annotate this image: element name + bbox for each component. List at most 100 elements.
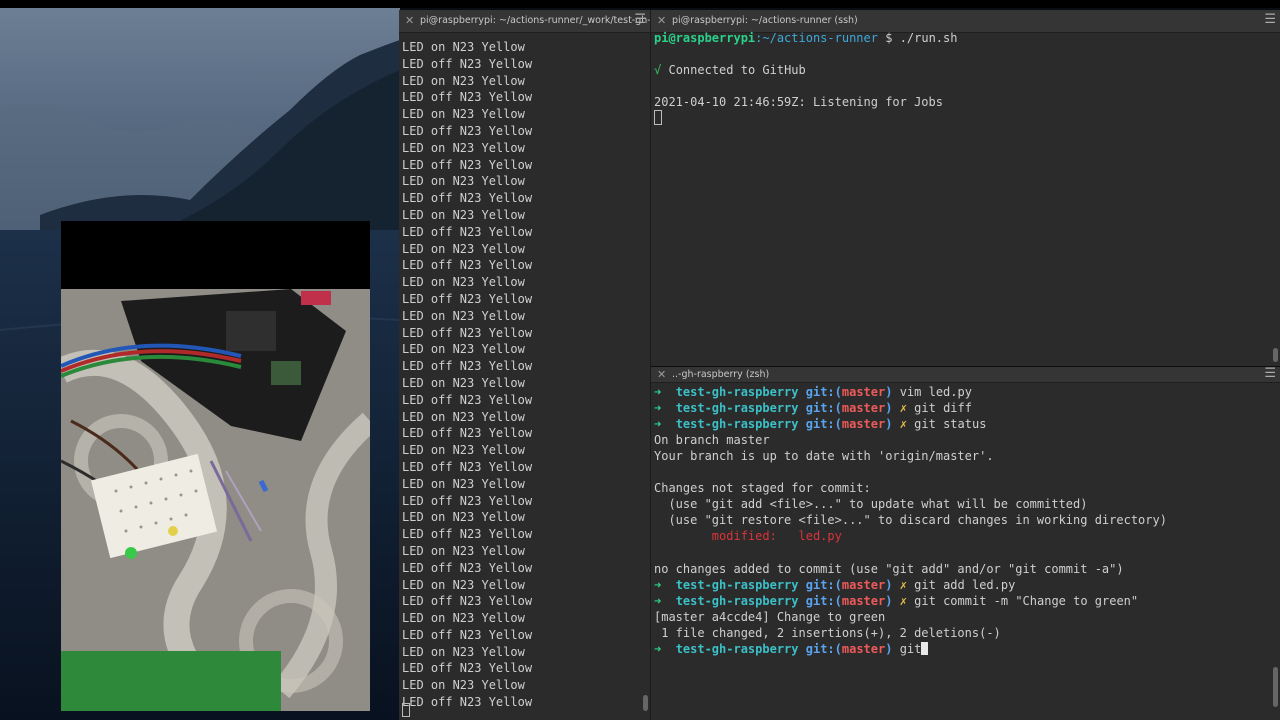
listening-line: 2021-04-10 21:46:59Z: Listening for Jobs: [654, 95, 943, 109]
led-log-line: LED off N23 Yellow: [402, 594, 533, 609]
led-log-line: LED off N23 Yellow: [402, 527, 533, 542]
prompt-user: pi@raspberrypi: [654, 31, 756, 45]
cursor-icon: [402, 703, 410, 717]
prompt-line: ➜ test-gh-raspberry git:(master) vim led…: [654, 385, 972, 399]
command-text: git add led.py: [914, 577, 1016, 592]
prompt-line: ➜ test-gh-raspberry git:(master) ✗ git s…: [654, 417, 987, 432]
led-log-line: LED off N23 Yellow: [402, 426, 533, 441]
command-text: git status: [914, 417, 987, 432]
prompt-dir: test-gh-raspberry: [675, 385, 799, 399]
output-line: 1 file changed, 2 insertions(+), 2 delet…: [654, 625, 1001, 640]
led-log-line: LED on N23 Yellow: [402, 342, 525, 357]
prompt-line: pi@raspberrypi:~/actions-runner $ ./run.…: [654, 30, 1268, 46]
led-log-line: LED on N23 Yellow: [402, 409, 525, 424]
dirty-icon: ✗: [899, 401, 907, 416]
dirty-icon: ✗: [899, 417, 907, 432]
cursor-icon: [921, 641, 929, 655]
led-log-line: LED off N23 Yellow: [402, 90, 533, 105]
output-line: Changes not staged for commit:: [654, 481, 871, 496]
scrollbar[interactable]: [1273, 348, 1278, 362]
output-line: no changes added to commit (use "git add…: [654, 561, 1124, 576]
led-log-line: LED on N23 Yellow: [402, 107, 525, 122]
modified-file: led.py: [798, 529, 842, 544]
dirty-icon: ✗: [899, 593, 907, 608]
led-log-line: LED off N23 Yellow: [402, 123, 533, 138]
prompt-line: ➜ test-gh-raspberry git:(master) ✗ git c…: [654, 593, 1139, 608]
led-log-line: LED on N23 Yellow: [402, 207, 525, 222]
led-log-line: LED on N23 Yellow: [402, 140, 525, 155]
led-log-line: LED on N23 Yellow: [402, 543, 525, 558]
led-log-line: LED on N23 Yellow: [402, 611, 525, 626]
command-text: git diff: [914, 401, 972, 416]
raspberry-pi-photo: [61, 221, 370, 711]
prompt-line: ➜ test-gh-raspberry git:(master) ✗ git a…: [654, 577, 1016, 592]
led-log-line: LED off N23 Yellow: [402, 291, 533, 306]
zsh-terminal-pane[interactable]: ✕ ..-gh-raspberry (zsh) ☰ ➜ test-gh-rasp…: [651, 367, 1280, 720]
tab-led-output[interactable]: ✕ pi@raspberrypi: ~/actions-runner/_work…: [399, 10, 650, 33]
modified-label: modified:: [654, 529, 799, 544]
led-log-line: LED on N23 Yellow: [402, 678, 525, 693]
led-log-line: LED off N23 Yellow: [402, 191, 533, 206]
prompt-arrow: ➜: [654, 385, 662, 399]
led-log-line: LED on N23 Yellow: [402, 40, 525, 54]
led-log-line: LED off N23 Yellow: [402, 224, 533, 239]
led-log-line: LED on N23 Yellow: [402, 73, 525, 88]
led-log-line: LED on N23 Yellow: [402, 510, 525, 525]
led-output-lines: LED on N23 Yellow LED off N23 Yellow LED o…: [402, 39, 638, 711]
terminal-cursor-line: [402, 703, 638, 720]
led-log-line: LED on N23 Yellow: [402, 375, 525, 390]
command-text: git commit -m "Change to green": [914, 593, 1139, 608]
screen-top-border: [0, 0, 1280, 8]
close-icon[interactable]: ✕: [657, 14, 666, 27]
ssh-terminal-output: pi@raspberrypi:~/actions-runner $ ./run.…: [654, 30, 1268, 127]
command-input[interactable]: git: [900, 642, 922, 656]
led-log-line: LED off N23 Yellow: [402, 459, 533, 474]
tab-title: pi@raspberrypi: ~/actions-runner (ssh): [672, 15, 858, 26]
led-log-line: LED off N23 Yellow: [402, 359, 533, 374]
dirty-icon: ✗: [899, 577, 907, 592]
command-text: ./run.sh: [899, 31, 958, 45]
led-log-line: LED off N23 Yellow: [402, 56, 533, 71]
hamburger-menu-icon[interactable]: ☰: [1264, 367, 1276, 381]
led-output-terminal-pane[interactable]: ✕ pi@raspberrypi: ~/actions-runner/_work…: [399, 10, 651, 720]
branch-name: master: [841, 385, 886, 399]
led-log-line: LED off N23 Yellow: [402, 661, 533, 676]
led-log-line: LED off N23 Yellow: [402, 325, 533, 340]
led-log-line: LED off N23 Yellow: [402, 392, 533, 407]
cursor-icon: [654, 110, 662, 125]
scrollbar[interactable]: [1273, 667, 1278, 707]
ssh-terminal-pane[interactable]: ✕ pi@raspberrypi: ~/actions-runner (ssh)…: [651, 10, 1280, 366]
led-log-line: LED on N23 Yellow: [402, 644, 525, 659]
led-log-line: LED on N23 Yellow: [402, 476, 525, 491]
connected-line: √ Connected to GitHub: [654, 62, 1268, 78]
tab-zsh[interactable]: ✕ ..-gh-raspberry (zsh) ☰: [651, 367, 1280, 383]
led-log-line: LED on N23 Yellow: [402, 308, 525, 323]
close-icon[interactable]: ✕: [657, 368, 666, 381]
hamburger-menu-icon[interactable]: ☰: [1264, 12, 1276, 27]
hamburger-menu-icon[interactable]: ☰: [634, 12, 646, 27]
output-line: On branch master: [654, 433, 770, 448]
led-log-line: LED on N23 Yellow: [402, 275, 525, 290]
modified-line: modified: led.py: [654, 528, 1268, 544]
prompt-line: ➜ test-gh-raspberry git:(master) ✗ git d…: [654, 401, 972, 416]
output-line: (use "git restore <file>..." to discard …: [654, 513, 1167, 528]
command-text: vim led.py: [899, 385, 972, 399]
webcam-video-overlay: [61, 221, 370, 711]
zsh-terminal-output: ➜ test-gh-raspberry git:(master) vim led…: [654, 384, 1268, 657]
led-log-line: LED off N23 Yellow: [402, 560, 533, 575]
prompt-symbol: $: [885, 31, 893, 45]
output-line: Your branch is up to date with 'origin/m…: [654, 449, 994, 464]
led-log-line: LED off N23 Yellow: [402, 157, 533, 172]
desktop-wallpaper: [0, 0, 400, 720]
led-log-line: LED on N23 Yellow: [402, 577, 525, 592]
prompt-path: :~/actions-runner: [755, 31, 878, 45]
led-log-line: LED off N23 Yellow: [402, 627, 533, 642]
tab-title: ..-gh-raspberry (zsh): [672, 368, 770, 380]
led-log-line: LED on N23 Yellow: [402, 174, 525, 189]
close-icon[interactable]: ✕: [405, 14, 414, 27]
check-icon: √: [654, 63, 662, 77]
led-log-line: LED on N23 Yellow: [402, 443, 525, 458]
prompt-line: ➜ test-gh-raspberry git:(master) git: [654, 641, 1268, 657]
output-line: [master a4ccde4] Change to green: [654, 609, 886, 624]
scrollbar[interactable]: [643, 695, 648, 711]
